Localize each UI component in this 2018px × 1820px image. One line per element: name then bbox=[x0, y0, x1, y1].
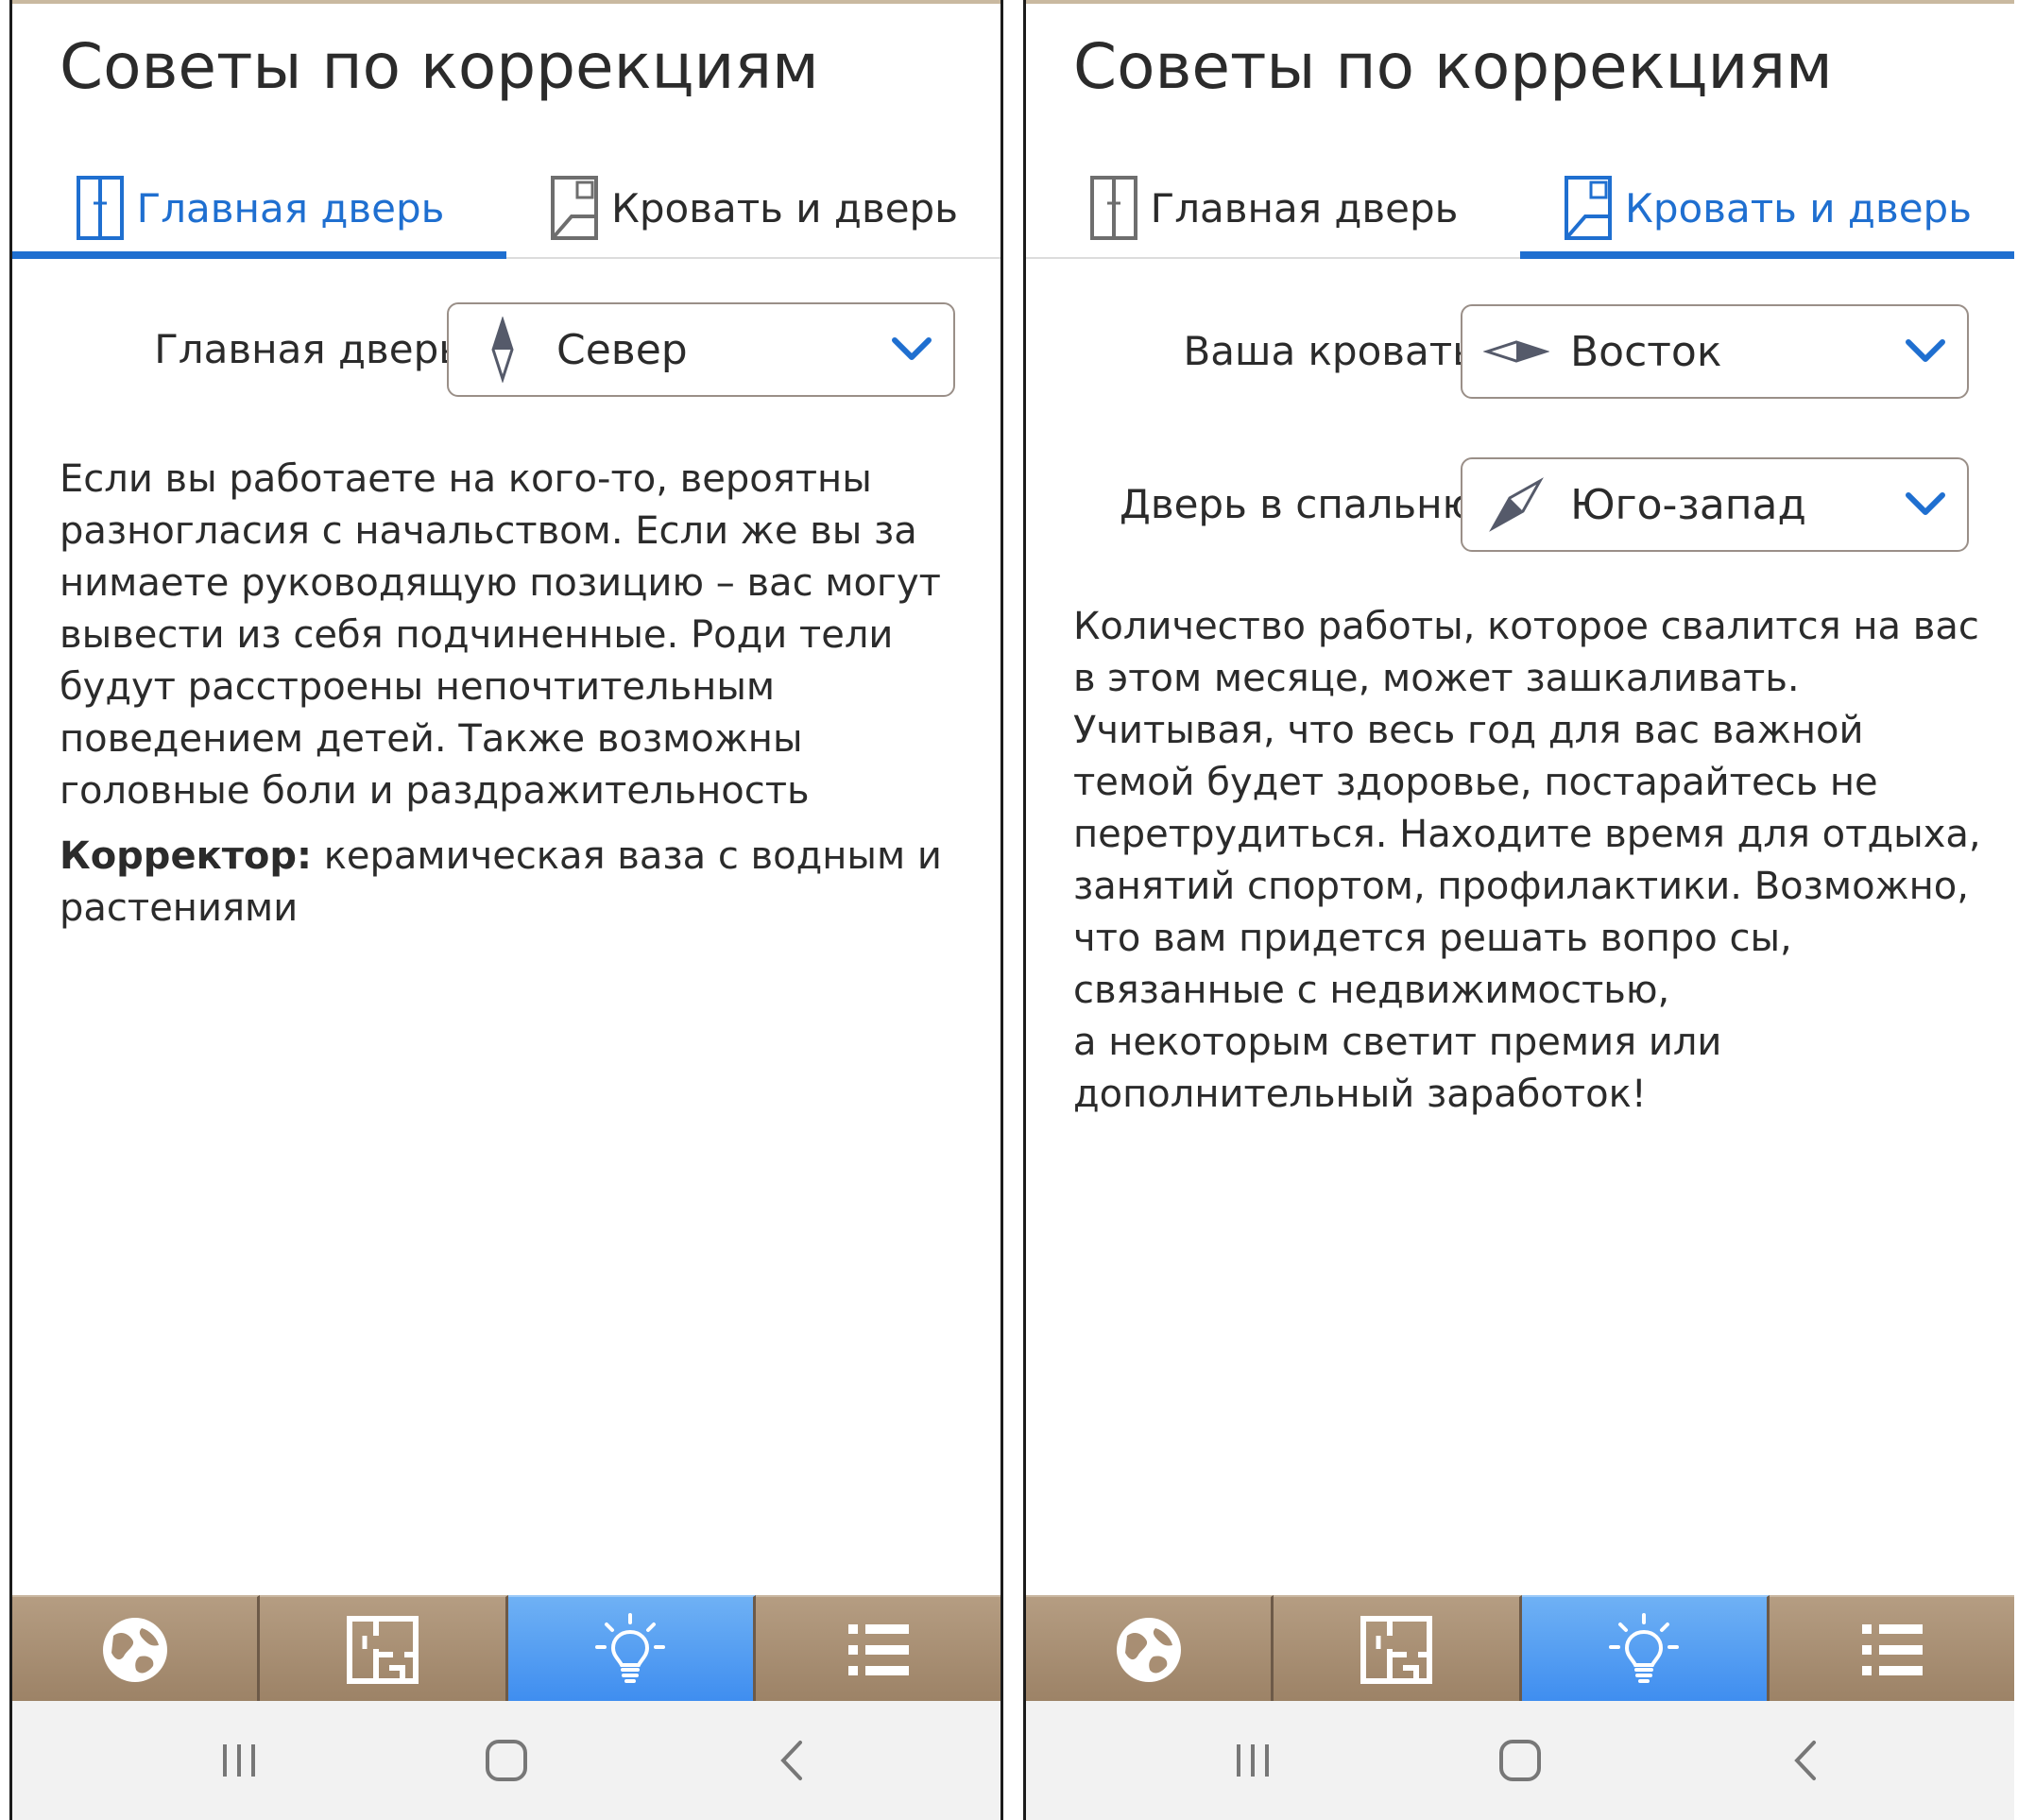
corrector-label: Корректор: bbox=[60, 834, 313, 878]
advice-paragraph: а некоторым светит премия или дополнител… bbox=[1073, 1021, 1722, 1116]
recent-apps-icon[interactable] bbox=[1220, 1727, 1286, 1794]
nav-list-button[interactable] bbox=[1769, 1595, 2014, 1703]
door-icon bbox=[76, 176, 124, 240]
chevron-down-icon bbox=[892, 337, 932, 360]
compass-north-icon bbox=[491, 317, 514, 383]
nav-list-button[interactable] bbox=[755, 1595, 1000, 1703]
phone-screen-right: Советы по коррекциям Главная дверь Крова… bbox=[1023, 0, 2014, 1820]
back-icon[interactable] bbox=[1772, 1727, 1838, 1794]
floorplan-icon bbox=[346, 1616, 419, 1684]
select-label: Главная дверь bbox=[154, 326, 462, 372]
advice-paragraph: Если вы работаете на кого-то, вероятны р… bbox=[60, 457, 941, 813]
chevron-down-icon bbox=[1906, 492, 1945, 515]
status-strip bbox=[12, 0, 1000, 4]
select-value: Север bbox=[556, 325, 688, 374]
nav-tips-button[interactable] bbox=[507, 1595, 756, 1703]
select-value: Юго-запад bbox=[1570, 480, 1806, 529]
direction-select[interactable]: Восток bbox=[1461, 304, 1969, 399]
system-nav-bar bbox=[12, 1701, 1000, 1820]
select-row-bed: Ваша кровать Восток bbox=[1026, 304, 2014, 399]
list-icon bbox=[1862, 1624, 1924, 1675]
advice-text: Если вы работаете на кого-то, вероятны р… bbox=[60, 454, 976, 935]
direction-select[interactable]: Север bbox=[447, 302, 955, 397]
bed-door-icon bbox=[551, 176, 599, 240]
tab-label: Кровать и дверь bbox=[611, 184, 958, 232]
compass-east-icon bbox=[1483, 340, 1549, 363]
nav-floorplan-button[interactable] bbox=[1274, 1595, 1522, 1703]
tab-bar: Главная дверь Кровать и дверь bbox=[12, 159, 1000, 259]
globe-icon bbox=[102, 1618, 167, 1682]
tab-main-door[interactable]: Главная дверь bbox=[12, 159, 506, 259]
recent-apps-icon[interactable] bbox=[206, 1727, 272, 1794]
back-icon[interactable] bbox=[759, 1727, 825, 1794]
page-title: Советы по коррекциям bbox=[60, 30, 819, 103]
home-icon[interactable] bbox=[1487, 1727, 1553, 1794]
tab-label: Главная дверь bbox=[1150, 184, 1459, 232]
phone-screen-left: Советы по коррекциям Главная дверь Крова… bbox=[9, 0, 1003, 1820]
system-nav-bar bbox=[1026, 1701, 2014, 1820]
bed-door-icon bbox=[1565, 176, 1613, 240]
floorplan-icon bbox=[1360, 1616, 1432, 1684]
advice-paragraph: Количество работы, которое свалится на в… bbox=[1073, 605, 1981, 1012]
tab-main-door[interactable]: Главная дверь bbox=[1026, 159, 1520, 257]
nav-tips-button[interactable] bbox=[1521, 1595, 1770, 1703]
bottom-nav bbox=[1026, 1595, 2014, 1703]
select-label: Дверь в спальню bbox=[1120, 481, 1476, 527]
tab-label: Главная дверь bbox=[136, 184, 445, 232]
nav-globe-button[interactable] bbox=[1026, 1595, 1274, 1703]
corrector-paragraph: Корректор: керамическая ваза с водным и … bbox=[60, 831, 976, 935]
list-icon bbox=[848, 1624, 910, 1675]
status-strip bbox=[1026, 0, 2014, 4]
lightbulb-icon bbox=[1609, 1613, 1680, 1683]
bottom-nav bbox=[12, 1595, 1000, 1703]
direction-select[interactable]: Юго-запад bbox=[1461, 457, 1969, 552]
select-row-main-door: Главная дверь Север bbox=[12, 302, 1000, 397]
tab-bed-door[interactable]: Кровать и дверь bbox=[506, 159, 1000, 257]
door-icon bbox=[1089, 176, 1137, 240]
tab-bed-door[interactable]: Кровать и дверь bbox=[1520, 159, 2014, 259]
lightbulb-icon bbox=[595, 1613, 666, 1683]
nav-floorplan-button[interactable] bbox=[260, 1595, 508, 1703]
compass-southwest-icon bbox=[1489, 477, 1544, 532]
tab-bar: Главная дверь Кровать и дверь bbox=[1026, 159, 2014, 259]
chevron-down-icon bbox=[1906, 339, 1945, 362]
advice-text: Количество работы, которое свалится на в… bbox=[1073, 601, 1990, 1121]
tab-label: Кровать и дверь bbox=[1625, 184, 1972, 232]
home-icon[interactable] bbox=[473, 1727, 539, 1794]
page-title: Советы по коррекциям bbox=[1073, 30, 1833, 103]
globe-icon bbox=[1116, 1618, 1181, 1682]
nav-globe-button[interactable] bbox=[12, 1595, 261, 1703]
select-value: Восток bbox=[1570, 327, 1722, 376]
select-row-bedroom-door: Дверь в спальню Юго-запад bbox=[1026, 457, 2014, 552]
select-label: Ваша кровать bbox=[1183, 328, 1476, 374]
